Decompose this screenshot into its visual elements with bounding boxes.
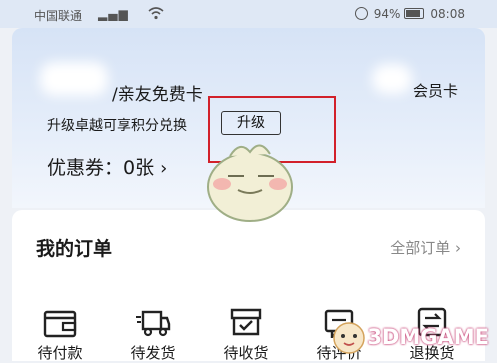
coupons-count: 0张 — [123, 157, 155, 179]
orders-title: 我的订单 — [36, 238, 113, 260]
coupons-label: 优惠券： — [47, 157, 124, 179]
watermark: 3DMGAME — [331, 319, 489, 355]
carrier-name: 中国联通 — [34, 9, 83, 23]
signal-icon: ▂▄▆ — [98, 7, 129, 21]
blurred-card-type — [372, 64, 412, 94]
mascot-illustration — [200, 132, 305, 227]
watermark-mascot-icon — [333, 322, 366, 354]
box-icon — [206, 298, 286, 338]
blurred-username — [40, 62, 108, 96]
status-right: 94% 08:08 — [354, 7, 465, 21]
order-pending-shipment[interactable]: 待发货 — [113, 298, 193, 363]
order-pending-payment[interactable]: 待付款 — [20, 298, 100, 363]
watermark-text: 3DMGAME — [367, 325, 489, 349]
order-pending-receipt[interactable]: 待收货 — [206, 298, 286, 363]
all-orders-link[interactable]: 全部订单 › — [390, 237, 461, 258]
order-label: 待发货 — [130, 344, 176, 362]
order-label: 待付款 — [37, 344, 83, 362]
chevron-right-icon: › — [160, 158, 168, 179]
truck-icon — [113, 298, 193, 338]
member-card-label[interactable]: 会员卡 — [413, 80, 458, 101]
upgrade-hint: 升级卓越可享积分兑换 — [47, 118, 187, 134]
status-bar: 中国联通 ▂▄▆ 94% 08:08 — [0, 0, 497, 28]
battery-icon — [404, 8, 425, 19]
card-name: /亲友免费卡 — [112, 85, 203, 105]
battery-percent: 94% — [373, 7, 401, 21]
alarm-icon — [354, 7, 368, 20]
wifi-icon — [148, 6, 164, 23]
order-label: 待收货 — [223, 344, 269, 362]
wallet-icon — [20, 298, 100, 338]
clock: 08:08 — [430, 7, 465, 21]
coupons-link[interactable]: 优惠券：0张 › — [47, 153, 167, 180]
